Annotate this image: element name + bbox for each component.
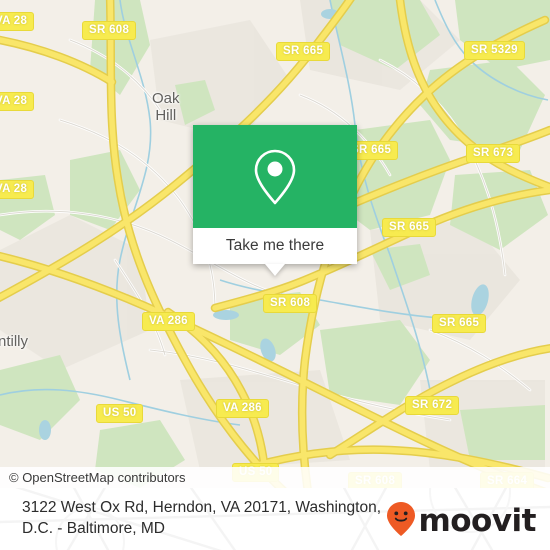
map-pin-icon	[252, 148, 298, 206]
place-label-oak-hill: Oak Hill	[152, 90, 180, 124]
road-shield: VA 28	[0, 180, 35, 199]
road-shield: VA 286	[142, 312, 195, 331]
road-shield: SR 673	[466, 144, 521, 163]
road-shield: VA 28	[0, 12, 35, 31]
road-shield: US 50	[96, 404, 144, 423]
road-shield: VA 286	[216, 399, 269, 418]
road-shield: SR 665	[276, 42, 331, 61]
map-attribution: © OpenStreetMap contributors	[0, 467, 550, 488]
callout-pointer	[265, 264, 285, 276]
road-shield: SR 608	[82, 21, 137, 40]
map-canvas[interactable]: Oak Hill ntilly VA 28 VA 28 VA 28 SR 608 SR …	[0, 0, 550, 488]
location-callout-card[interactable]: Take me there	[193, 125, 357, 276]
moovit-wordmark: moovit	[418, 503, 536, 539]
place-label-chantilly: ntilly	[0, 333, 29, 350]
take-me-there-label: Take me there	[225, 237, 325, 254]
moovit-logo[interactable]: moovit	[386, 501, 536, 542]
road-shield: SR 665	[432, 314, 487, 333]
road-shield: SR 5329	[464, 41, 525, 60]
address-line-2: D.C. - Baltimore, MD	[22, 520, 165, 537]
callout-image-area	[193, 125, 357, 228]
road-shield: SR 665	[382, 218, 437, 237]
place-label-line1: Oak	[152, 90, 180, 107]
road-shield: SR 608	[263, 294, 318, 313]
take-me-there-button[interactable]: Take me there	[193, 228, 357, 264]
address-text: 3122 West Ox Rd, Herndon, VA 20171, Wash…	[22, 497, 402, 539]
footer-bar: 3122 West Ox Rd, Herndon, VA 20171, Wash…	[0, 488, 550, 550]
place-label-line2: Hill	[155, 107, 177, 124]
address-line-1: 3122 West Ox Rd, Herndon, VA 20171, Wash…	[22, 499, 382, 516]
road-shield: VA 28	[0, 92, 35, 111]
map-screenshot: Oak Hill ntilly VA 28 VA 28 VA 28 SR 608 SR …	[0, 0, 550, 550]
road-shield: SR 672	[405, 396, 460, 415]
moovit-smiley-pin-icon	[386, 501, 416, 542]
